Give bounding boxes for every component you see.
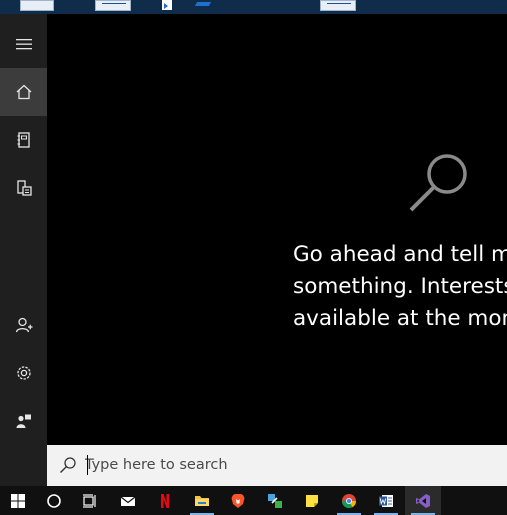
taskbar-chrome[interactable] (331, 486, 367, 515)
cortana-button[interactable] (36, 486, 72, 515)
sidebar-item-home[interactable] (0, 68, 47, 116)
menu-icon (15, 39, 32, 50)
sidebar-item-devices[interactable] (0, 164, 47, 212)
hamburger-menu-button[interactable] (0, 20, 47, 68)
cortana-main-panel: Go ahead and tell m something. Interests… (47, 14, 507, 445)
taskbar-visual-studio[interactable] (405, 486, 441, 515)
cortana-icon (47, 493, 61, 508)
search-box[interactable] (47, 445, 507, 486)
empty-state-message: Go ahead and tell m something. Interests… (293, 242, 507, 331)
feedback-icon (16, 414, 31, 428)
windows-start-icon (11, 493, 25, 508)
search-icon (409, 154, 467, 212)
file-explorer-icon (195, 495, 209, 506)
taskbar-brave[interactable] (220, 486, 256, 515)
home-icon (16, 84, 31, 100)
desktop-document-icon[interactable] (95, 0, 131, 11)
netflix-icon (161, 493, 169, 508)
visual-studio-icon (416, 493, 430, 508)
cortana-window: Go ahead and tell m something. Interests… (0, 0, 507, 515)
desktop-document-icon[interactable] (20, 0, 54, 11)
brave-browser-icon (231, 493, 245, 508)
start-button[interactable] (0, 486, 36, 515)
desktop-background (0, 0, 507, 14)
taskbar (0, 486, 507, 515)
sidebar-item-settings[interactable] (0, 349, 47, 397)
sidebar-item-feedback[interactable] (0, 397, 47, 445)
sidebar-item-add-account[interactable] (0, 301, 47, 349)
text-caret (87, 455, 88, 475)
mail-icon (120, 496, 136, 506)
word-icon (379, 494, 393, 507)
taskbar-mail[interactable] (110, 486, 146, 515)
devices-icon (16, 180, 32, 196)
taskbar-word[interactable] (368, 486, 404, 515)
notebook-icon (17, 132, 30, 148)
sidebar-item-notebook[interactable] (0, 116, 47, 164)
desktop-document-icon[interactable] (320, 0, 356, 11)
add-user-icon (15, 317, 32, 333)
network-app-icon (268, 493, 282, 508)
settings-icon (16, 366, 31, 380)
taskbar-netflix[interactable] (147, 486, 183, 515)
chrome-icon (341, 493, 357, 508)
taskbar-network-app[interactable] (257, 486, 293, 515)
sticky-notes-icon (306, 494, 318, 507)
desktop-arrow-icon[interactable] (194, 2, 212, 6)
taskbar-file-explorer[interactable] (184, 486, 220, 515)
task-view-button[interactable] (72, 486, 108, 515)
taskbar-sticky-notes[interactable] (294, 486, 330, 515)
cortana-sidebar (0, 14, 47, 486)
search-icon (60, 457, 76, 473)
search-input[interactable] (85, 454, 485, 476)
desktop-shortcut-icon[interactable] (162, 0, 172, 10)
task-view-icon (83, 493, 96, 508)
